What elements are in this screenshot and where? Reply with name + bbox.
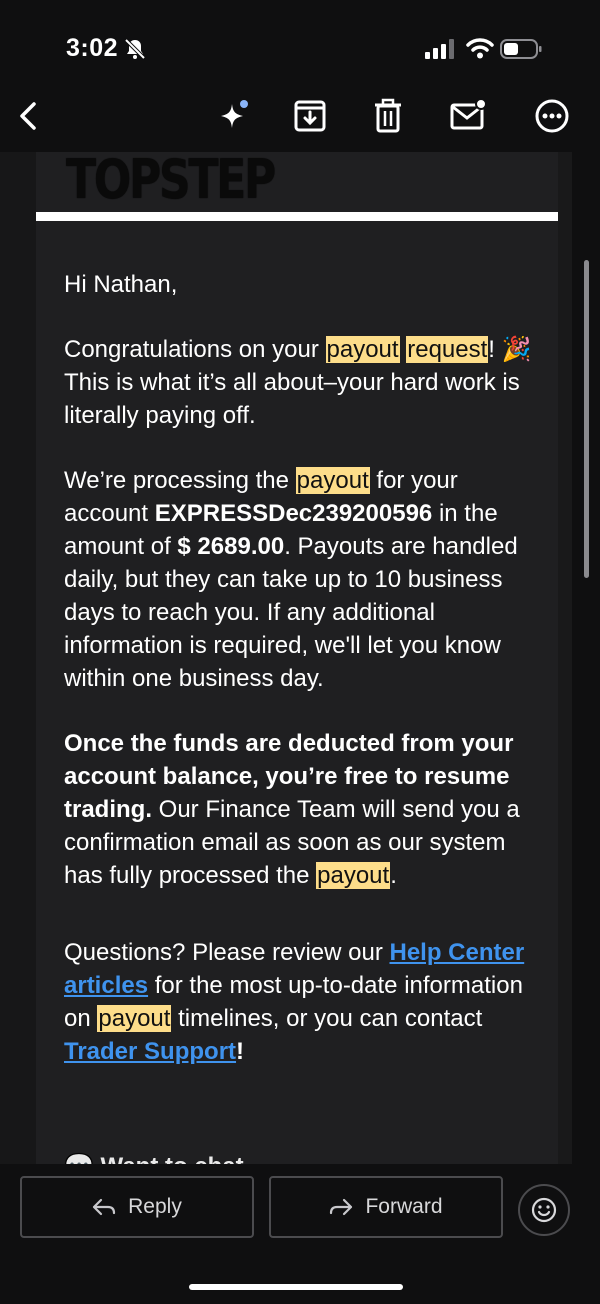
search-highlight: request [406,336,489,363]
greeting: Hi Nathan, [64,268,534,301]
text: Congratulations on your [64,336,326,363]
email-toolbar [0,96,600,152]
header-divider [36,212,558,221]
home-indicator[interactable] [189,1284,403,1290]
forward-icon [330,1198,353,1216]
paragraph-questions: Questions? Please review our Help Center… [64,936,534,1068]
forward-button[interactable]: Forward [269,1176,503,1238]
status-bar: 3:02 [0,0,600,96]
smiley-icon [531,1197,557,1223]
search-highlight: payout [325,336,400,363]
email-content: Hi Nathan, Congratulations on your payou… [64,268,534,1100]
text: ! [236,1038,245,1065]
more-horizontal-icon [535,99,569,133]
wifi-icon [466,38,494,59]
bell-muted-icon [124,38,146,60]
battery-icon [500,39,542,59]
scrollbar[interactable] [584,260,589,578]
email-body[interactable]: TOPSTEP Hi Nathan, Congratulations on yo… [36,152,558,1164]
reply-label: Reply [128,1195,182,1218]
emoji-reaction-button[interactable] [518,1184,570,1236]
clock: 3:02 [66,34,119,62]
back-button[interactable] [10,96,50,136]
ai-sparkle-button[interactable] [214,96,254,136]
partial-next-paragraph: 💬 Want to chat [64,1152,244,1164]
mail-unread-icon [450,98,487,130]
email-frame-left [0,152,36,1164]
reply-icon [93,1198,116,1216]
greeting-text: Hi Nathan, [64,271,178,298]
text: . [390,862,397,889]
trader-support-link[interactable]: Trader Support [64,1038,236,1065]
email-frame-right [558,152,572,1164]
sparkle-icon [221,100,248,128]
text: timelines, or you can contact [171,1005,483,1032]
forward-label: Forward [365,1195,443,1218]
text: We’re processing the [64,467,296,494]
chevron-left-icon [20,102,36,130]
delete-button[interactable] [368,96,408,136]
archive-icon [294,100,326,132]
bottom-action-bar: Reply Forward [0,1164,600,1304]
search-highlight: payout [97,1005,172,1032]
text: Questions? Please review our [64,939,390,966]
cellular-signal-icon [425,39,454,59]
paragraph-processing: We’re processing the payout for your acc… [64,464,534,695]
trash-icon [375,98,401,133]
paragraph-funds: Once the funds are deducted from your ac… [64,727,534,892]
mark-unread-button[interactable] [448,96,488,136]
account-id: EXPRESSDec239200596 [154,500,433,527]
paragraph-congrats: Congratulations on your payout request! … [64,333,534,432]
payout-amount: $ 2689.00 [177,533,285,560]
more-options-button[interactable] [532,96,572,136]
archive-button[interactable] [290,96,330,136]
search-highlight: payout [316,862,391,889]
reply-button[interactable]: Reply [20,1176,254,1238]
topstep-logo: TOPSTEP [66,152,276,211]
search-highlight: payout [295,467,370,494]
